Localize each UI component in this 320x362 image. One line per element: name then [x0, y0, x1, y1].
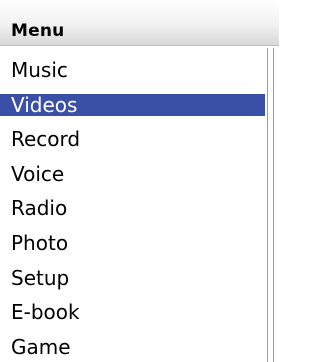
menu-item-record[interactable]: Record	[0, 122, 265, 157]
menu-item-label: Game	[11, 334, 71, 359]
menu-item-label: Setup	[11, 265, 70, 290]
menu-item-voice[interactable]: Voice	[0, 157, 265, 192]
menu-item-label: E-book	[11, 300, 80, 325]
menu-item-label: Radio	[11, 196, 68, 221]
menu-list: Music Videos Record Voice Radio Photo Se…	[0, 53, 265, 362]
menu-item-setup[interactable]: Setup	[0, 261, 265, 296]
menu-title: Menu	[11, 21, 65, 41]
menu-item-radio[interactable]: Radio	[0, 191, 265, 226]
menu-item-label: Music	[11, 58, 68, 82]
menu-item-label: Voice	[11, 161, 65, 186]
menu-item-label: Videos	[11, 92, 78, 117]
menu-scrollbar[interactable]	[267, 48, 274, 362]
menu-screen: Menu Music Videos Record Voice Radio Pho…	[0, 0, 279, 362]
menu-header: Menu	[0, 0, 279, 46]
menu-item-music[interactable]: Music	[0, 53, 265, 88]
menu-item-label: Record	[11, 127, 81, 152]
menu-item-game[interactable]: Game	[0, 330, 265, 362]
menu-item-photo[interactable]: Photo	[0, 226, 265, 261]
menu-item-e-book[interactable]: E-book	[0, 295, 265, 330]
menu-item-videos[interactable]: Videos	[0, 92, 265, 117]
menu-item-label: Photo	[11, 230, 69, 255]
